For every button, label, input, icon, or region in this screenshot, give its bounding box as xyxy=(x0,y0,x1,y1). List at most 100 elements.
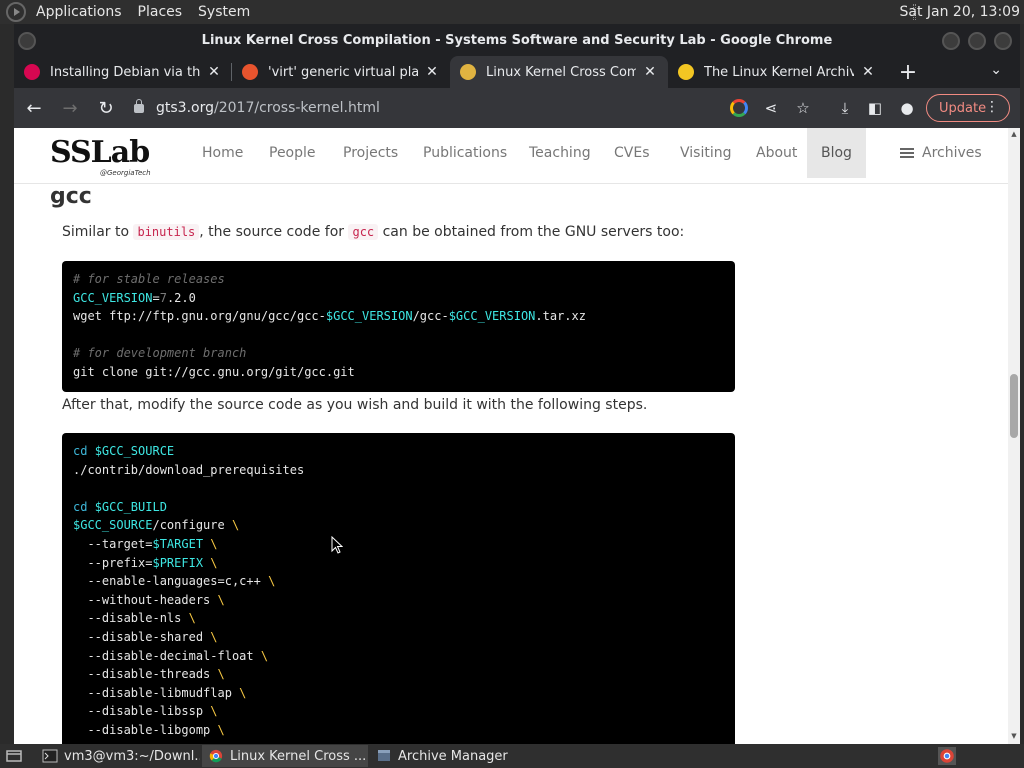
scroll-down-icon[interactable]: ▼ xyxy=(1010,732,1018,740)
qemu-icon xyxy=(242,64,258,80)
site-navbar: SSLab @GeorgiaTech Home People Projects … xyxy=(14,128,1008,184)
nav-archives[interactable]: Archives xyxy=(900,128,982,178)
window-title: Linux Kernel Cross Compilation - Systems… xyxy=(201,32,833,48)
tab-search-chevron-icon[interactable]: ⌄ xyxy=(990,62,1002,78)
close-tab-icon[interactable]: ✕ xyxy=(206,64,222,80)
sslab-logo[interactable]: SSLab @GeorgiaTech xyxy=(50,136,170,180)
system-menu[interactable]: System xyxy=(190,4,258,20)
browser-window: Linux Kernel Cross Compilation - Systems… xyxy=(14,24,1020,744)
close-tab-icon[interactable]: ✕ xyxy=(642,64,658,80)
tab-label: Linux Kernel Cross Compi xyxy=(486,64,636,80)
list-icon xyxy=(900,148,914,158)
taskbar-label: Linux Kernel Cross ... xyxy=(230,748,367,764)
nav-blog[interactable]: Blog xyxy=(807,128,866,178)
google-lens-icon[interactable] xyxy=(728,97,750,119)
nav-archives-label: Archives xyxy=(922,145,982,161)
code-line: --disable-shared \ xyxy=(73,629,218,644)
share-icon[interactable]: ⋖ xyxy=(760,97,782,119)
code-line: --disable-libgomp \ xyxy=(73,722,225,737)
side-panel-icon[interactable]: ◧ xyxy=(864,97,886,119)
debian-logo-icon[interactable] xyxy=(6,2,26,22)
tab-label: 'virt' generic virtual platfo xyxy=(268,64,418,80)
code-block-download: # for stable releases GCC_VERSION=7.2.0 wg… xyxy=(62,261,735,392)
inline-code-binutils: binutils xyxy=(133,224,200,240)
code-line: cd $GCC_BUILD xyxy=(73,499,167,514)
nav-teaching[interactable]: Teaching xyxy=(529,128,591,178)
tab-label: Installing Debian via the In xyxy=(50,64,200,80)
mouse-cursor-icon xyxy=(331,536,343,554)
code-line: --disable-libmudflap \ xyxy=(73,685,247,700)
tab-debian-install[interactable]: Installing Debian via the In ✕ xyxy=(14,56,232,88)
scroll-up-icon[interactable]: ▲ xyxy=(1010,130,1018,138)
nav-home[interactable]: Home xyxy=(202,128,243,178)
bookmark-star-icon[interactable]: ☆ xyxy=(792,97,814,119)
taskbar-label: vm3@vm3:~/Downl... xyxy=(64,748,200,764)
window-titlebar[interactable]: Linux Kernel Cross Compilation - Systems… xyxy=(14,24,1020,56)
archive-manager-icon xyxy=(378,750,390,761)
tab-virt-platform[interactable]: 'virt' generic virtual platfo ✕ xyxy=(232,56,450,88)
new-tab-button[interactable]: + xyxy=(892,56,924,88)
back-arrow-icon[interactable]: ← xyxy=(18,92,50,124)
paragraph-intro: Similar to binutils, the source code for… xyxy=(62,224,685,240)
show-desktop-icon[interactable] xyxy=(6,749,22,763)
scrollbar-thumb[interactable] xyxy=(1010,374,1018,438)
taskbar-terminal[interactable]: vm3@vm3:~/Downl... xyxy=(36,745,200,767)
tab-label: The Linux Kernel Archives xyxy=(704,64,854,80)
browser-toolbar: ← → ↻ gts3.org/2017/cross-kernel.html ⋖ … xyxy=(14,88,1020,128)
code-line: # for stable releases xyxy=(73,272,225,286)
address-bar[interactable]: gts3.org/2017/cross-kernel.html xyxy=(124,92,802,124)
code-line: --disable-libssp \ xyxy=(73,704,218,719)
code-line: --disable-threads \ xyxy=(73,667,225,682)
nav-cves[interactable]: CVEs xyxy=(614,128,650,178)
code-line: --without-headers \ xyxy=(73,592,225,607)
close-tab-icon[interactable]: ✕ xyxy=(424,64,440,80)
update-button[interactable]: Update ⋮ xyxy=(926,94,1010,122)
section-heading: gcc xyxy=(50,184,92,209)
top-panel: Applications Places System Sat Jan 20, 1… xyxy=(0,0,1024,24)
close-tab-icon[interactable]: ✕ xyxy=(860,64,876,80)
taskbar-chrome[interactable]: Linux Kernel Cross ... xyxy=(202,745,368,767)
maximize-icon[interactable] xyxy=(968,32,986,50)
tab-cross-kernel[interactable]: Linux Kernel Cross Compi ✕ xyxy=(450,56,668,88)
url-host: gts3.org xyxy=(156,100,214,116)
lock-icon[interactable] xyxy=(134,98,144,113)
tab-kernel-archives[interactable]: The Linux Kernel Archives ✕ xyxy=(668,56,886,88)
nav-about[interactable]: About xyxy=(756,128,797,178)
debian-icon xyxy=(24,64,40,80)
applications-menu[interactable]: Applications xyxy=(28,4,130,20)
code-line: git clone git://gcc.gnu.org/git/gcc.git xyxy=(73,364,355,379)
minimize-icon[interactable] xyxy=(942,32,960,50)
code-line: --enable-languages=c,c++ \ xyxy=(73,574,276,589)
code-line: ./contrib/download_prerequisites xyxy=(73,462,305,477)
nav-projects[interactable]: Projects xyxy=(343,128,398,178)
tray-chrome-icon[interactable] xyxy=(938,747,956,765)
code-line: # for development branch xyxy=(73,346,247,361)
terminal-icon xyxy=(42,749,58,763)
paragraph-build-steps: After that, modify the source code as yo… xyxy=(62,397,648,413)
code-line: --target=$TARGET \ xyxy=(73,536,218,551)
more-menu-icon[interactable]: ⋮ xyxy=(985,99,999,115)
bottom-taskbar: vm3@vm3:~/Downl... Linux Kernel Cross ..… xyxy=(0,744,1024,768)
nav-publications[interactable]: Publications xyxy=(423,128,507,178)
code-line: --disable-nls \ xyxy=(73,611,196,626)
nav-visiting[interactable]: Visiting xyxy=(680,128,731,178)
nav-people[interactable]: People xyxy=(269,128,316,178)
close-window-icon[interactable] xyxy=(994,32,1012,50)
code-line: cd $GCC_SOURCE xyxy=(73,444,175,458)
window-menu-icon[interactable] xyxy=(18,32,36,50)
code-block-build: cd $GCC_SOURCE ./contrib/download_prerequ… xyxy=(62,433,735,744)
taskbar-archive-manager[interactable]: Archive Manager xyxy=(370,745,510,767)
code-line: --disable-decimal-float \ xyxy=(73,648,269,663)
downloads-icon[interactable]: ⤓ xyxy=(834,97,856,119)
profile-avatar-icon[interactable]: ● xyxy=(896,97,918,119)
clock[interactable]: Sat Jan 20, 13:09 xyxy=(900,0,1021,24)
places-menu[interactable]: Places xyxy=(130,4,191,20)
chrome-icon xyxy=(209,749,223,763)
code-line: $GCC_SOURCE/configure \ xyxy=(73,518,240,533)
forward-arrow-icon[interactable]: → xyxy=(54,92,86,124)
update-label: Update xyxy=(939,100,987,116)
page-scrollbar[interactable]: ▲ ▼ xyxy=(1008,128,1020,744)
reload-icon[interactable]: ↻ xyxy=(90,92,122,124)
